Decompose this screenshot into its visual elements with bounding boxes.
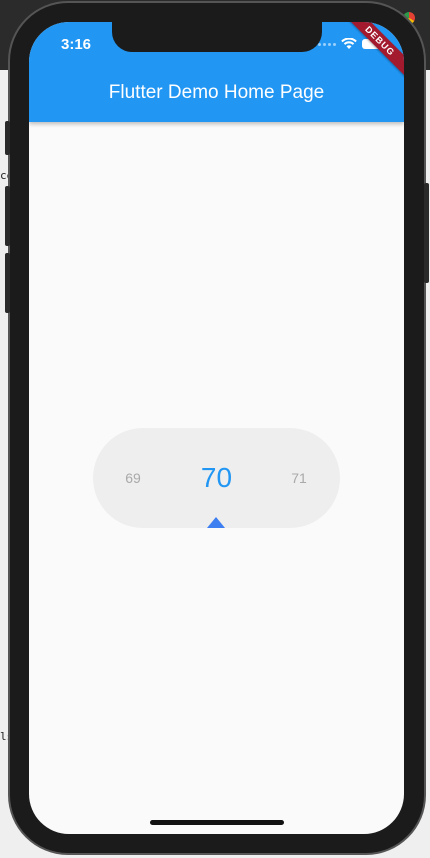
phone-notch [112, 22, 322, 52]
wifi-icon [341, 38, 357, 49]
phone-screen: 3:16 DEBUG Flutter Demo Home Page 69 70 … [29, 22, 404, 834]
status-time: 3:16 [61, 36, 92, 53]
volume-up-button [5, 186, 10, 246]
number-picker[interactable]: 69 70 71 [93, 428, 340, 528]
power-button [424, 183, 429, 283]
volume-down-button [5, 253, 10, 313]
debug-banner: DEBUG [339, 22, 404, 82]
home-indicator[interactable] [150, 820, 284, 825]
picker-current-value[interactable]: 70 [183, 428, 250, 528]
mute-switch [5, 121, 10, 155]
signal-icon [318, 42, 336, 46]
picker-next-value[interactable]: 71 [279, 428, 319, 528]
picker-previous-value[interactable]: 69 [113, 428, 153, 528]
picker-pointer-icon [207, 517, 225, 528]
page-title: Flutter Demo Home Page [108, 82, 325, 103]
